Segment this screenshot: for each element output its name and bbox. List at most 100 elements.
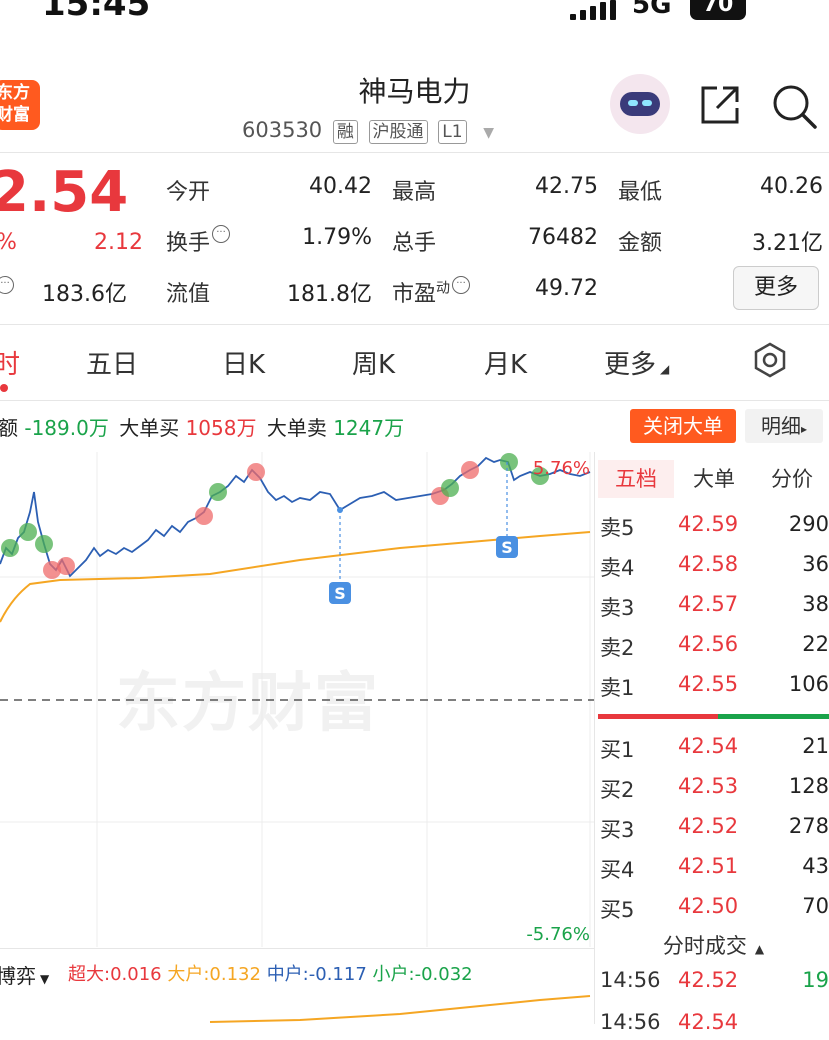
sell-row[interactable]: 卖3 42.57 38 — [598, 592, 829, 632]
sell-volume: 36 — [802, 552, 829, 576]
buy-volume: 128 — [788, 774, 829, 798]
gear-icon[interactable] — [752, 342, 788, 378]
top-pct-label: 5.76% — [533, 458, 590, 479]
pe-value: 49.72 — [535, 276, 598, 301]
high-value: 42.75 — [535, 174, 598, 199]
trade-row: 14:56 42.54 — [600, 1010, 829, 1040]
stock-code-row[interactable]: 603530 融 沪股通 L1 ▼ — [242, 118, 494, 144]
sell-volume: 22 — [802, 632, 829, 656]
chevron-right-icon: ▸ — [800, 422, 808, 436]
chevron-down-icon: ▼ — [40, 972, 50, 986]
sell-price: 42.58 — [678, 552, 739, 576]
buy-row[interactable]: 买3 42.52 278 — [598, 814, 829, 854]
float-value: 181.8亿 — [287, 282, 372, 307]
sell-row[interactable]: 卖5 42.59 290 — [598, 512, 829, 552]
sell-level-label: 卖1 — [600, 676, 635, 700]
sell-marker-2: S — [496, 462, 518, 558]
sell-level-label: 卖4 — [600, 556, 635, 580]
buy-volume: 278 — [788, 814, 829, 838]
volume-label: 总手 — [392, 231, 437, 256]
intraday-chart[interactable]: S S 5.76% -5.76% — [0, 452, 594, 952]
header-divider — [0, 152, 829, 153]
amount-label: 金额 — [618, 231, 663, 256]
trade-markers — [1, 453, 549, 579]
tab-more[interactable]: 更多 ◢ — [604, 344, 669, 381]
net-flow: 额 -189.0万 大单买 1058万 大单卖 1247万 — [0, 412, 404, 441]
assistant-avatar[interactable] — [610, 74, 670, 134]
tab-big-orders[interactable]: 大单 — [676, 460, 752, 498]
buy-volume: 43 — [802, 854, 829, 878]
trade-row: 14:56 42.52 19 — [600, 968, 829, 998]
chevron-down-icon[interactable]: ▼ — [483, 125, 494, 141]
corner-caret-icon: ◢ — [660, 362, 670, 376]
info-icon[interactable]: ··· — [212, 225, 231, 243]
info-icon[interactable]: ··· — [452, 276, 471, 294]
sell-level-label: 卖5 — [600, 516, 635, 540]
tab-price-dist[interactable]: 分价 — [754, 460, 829, 498]
tab-five-level[interactable]: 五档 — [598, 460, 674, 498]
info-icon[interactable]: ··· — [0, 276, 14, 294]
low-label: 最低 — [618, 180, 663, 205]
sell-marker-label: S — [501, 538, 513, 557]
sell-volume: 290 — [788, 512, 829, 536]
sell-price: 42.56 — [678, 632, 739, 656]
pe-label-text: 市盈 — [392, 282, 437, 307]
trade-time: 14:56 — [600, 1010, 661, 1034]
big-sell-label: 大单卖 — [266, 416, 327, 440]
buy-level-label: 买5 — [600, 898, 635, 922]
trade-price: 42.52 — [678, 968, 739, 992]
sell-price: 42.57 — [678, 592, 739, 616]
tab-intraday[interactable]: 时 — [0, 344, 20, 381]
trade-volume: 19 — [802, 968, 829, 992]
stat-large: 大户:0.132 — [167, 964, 261, 985]
game-selector[interactable]: 博弈 ▼ — [0, 960, 49, 989]
buy-ratio-bar — [718, 714, 829, 719]
float-label: 流值 — [166, 282, 211, 307]
high-label: 最高 — [392, 180, 437, 205]
tab-five-day[interactable]: 五日 — [86, 344, 138, 381]
stock-code: 603530 — [242, 118, 323, 142]
sell-volume: 106 — [788, 672, 829, 696]
buy-row[interactable]: 买1 42.54 21 — [598, 734, 829, 774]
price-line — [0, 456, 591, 578]
big-buy-value: 1058万 — [185, 416, 257, 440]
more-button[interactable]: 更多 — [733, 266, 819, 310]
turnover-label-text: 换手 — [166, 231, 211, 256]
buy-level-label: 买2 — [600, 778, 635, 802]
share-icon[interactable] — [697, 82, 743, 128]
trades-title[interactable]: 分时成交 ▲ — [598, 930, 829, 960]
detail-button-label: 明细 — [760, 414, 801, 438]
amount-value: 3.21亿 — [752, 231, 823, 256]
sell-level-label: 卖2 — [600, 636, 635, 660]
orderbook-divider — [594, 452, 595, 1024]
detail-button[interactable]: 明细▸ — [745, 409, 823, 443]
bottom-divider — [0, 948, 594, 949]
buy-price: 42.51 — [678, 854, 739, 878]
tab-daily-k[interactable]: 日K — [222, 344, 265, 381]
close-big-order-button[interactable]: 关闭大单 — [630, 409, 736, 443]
tab-more-label: 更多 — [604, 350, 657, 380]
tab-active-indicator — [0, 384, 8, 392]
net-flow-value: -189.0万 — [24, 416, 109, 440]
buy-row[interactable]: 买4 42.51 43 — [598, 854, 829, 894]
big-sell-value: 1247万 — [333, 416, 405, 440]
sell-row[interactable]: 卖1 42.55 106 — [598, 672, 829, 712]
trade-time: 14:56 — [600, 968, 661, 992]
buy-row[interactable]: 买2 42.53 128 — [598, 774, 829, 814]
big-buy-label: 大单买 — [119, 416, 180, 440]
tab-weekly-k[interactable]: 周K — [352, 344, 395, 381]
open-label: 今开 — [166, 180, 211, 205]
buy-price: 42.54 — [678, 734, 739, 758]
sell-level-label: 卖3 — [600, 596, 635, 620]
buy-row[interactable]: 买5 42.50 70 — [598, 894, 829, 934]
stat-small: 小户:-0.032 — [372, 964, 473, 985]
tab-monthly-k[interactable]: 月K — [484, 344, 527, 381]
trade-price: 42.54 — [678, 1010, 739, 1034]
search-icon[interactable] — [770, 82, 818, 130]
sell-ratio-bar — [598, 714, 718, 719]
sell-volume: 38 — [802, 592, 829, 616]
pe-dynamic-sup: 动 — [436, 280, 451, 297]
buy-price: 42.53 — [678, 774, 739, 798]
sell-row[interactable]: 卖2 42.56 22 — [598, 632, 829, 672]
sell-row[interactable]: 卖4 42.58 36 — [598, 552, 829, 592]
